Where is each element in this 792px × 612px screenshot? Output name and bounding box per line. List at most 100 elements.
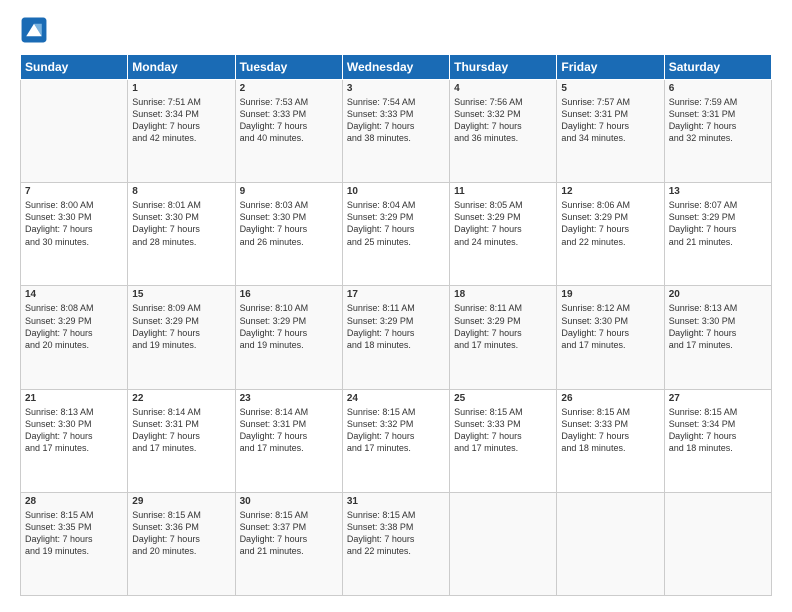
cell-date: 25 bbox=[454, 393, 552, 404]
calendar-body: 1 Sunrise: 7:51 AM Sunset: 3:34 PM Daylig… bbox=[21, 80, 772, 596]
cell-info: Sunrise: 7:57 AM Sunset: 3:31 PM Dayligh… bbox=[561, 96, 659, 145]
calendar-cell: 4 Sunrise: 7:56 AM Sunset: 3:32 PM Daylig… bbox=[450, 80, 557, 183]
cell-date: 5 bbox=[561, 83, 659, 94]
calendar-cell: 26Sunrise: 8:15 AM Sunset: 3:33 PM Dayli… bbox=[557, 389, 664, 492]
logo-icon bbox=[20, 16, 48, 44]
cell-date: 9 bbox=[240, 186, 338, 197]
calendar-cell: 31 Sunrise: 8:15 AM Sunset: 3:38 PM Dayli… bbox=[342, 492, 449, 595]
cell-date: 12 bbox=[561, 186, 659, 197]
calendar-cell: 7 Sunrise: 8:00 AM Sunset: 3:30 PM Daylig… bbox=[21, 183, 128, 286]
cell-date: 14 bbox=[25, 289, 123, 300]
calendar-cell: 22 Sunrise: 8:14 AM Sunset: 3:31 PM Dayli… bbox=[128, 389, 235, 492]
cell-date: 8 bbox=[132, 186, 230, 197]
cell-info: Sunrise: 8:14 AM Sunset: 3:31 PM Dayligh… bbox=[240, 406, 338, 455]
cell-info: Sunrise: 8:12 AM Sunset: 3:30 PM Dayligh… bbox=[561, 302, 659, 351]
calendar-cell bbox=[21, 80, 128, 183]
header-cell-sunday: Sunday bbox=[21, 55, 128, 80]
calendar-cell: 16Sunrise: 8:10 AM Sunset: 3:29 PM Dayli… bbox=[235, 286, 342, 389]
cell-info: Sunrise: 8:15 AM Sunset: 3:35 PM Dayligh… bbox=[25, 509, 123, 558]
cell-info: Sunrise: 7:56 AM Sunset: 3:32 PM Dayligh… bbox=[454, 96, 552, 145]
cell-info: Sunrise: 8:04 AM Sunset: 3:29 PM Dayligh… bbox=[347, 199, 445, 248]
cell-info: Sunrise: 7:59 AM Sunset: 3:31 PM Dayligh… bbox=[669, 96, 767, 145]
cell-info: Sunrise: 8:05 AM Sunset: 3:29 PM Dayligh… bbox=[454, 199, 552, 248]
cell-date: 18 bbox=[454, 289, 552, 300]
week-row-3: 14 Sunrise: 8:08 AM Sunset: 3:29 PM Dayli… bbox=[21, 286, 772, 389]
calendar-cell: 2 Sunrise: 7:53 AM Sunset: 3:33 PM Daylig… bbox=[235, 80, 342, 183]
cell-info: Sunrise: 8:08 AM Sunset: 3:29 PM Dayligh… bbox=[25, 302, 123, 351]
calendar-cell: 24 Sunrise: 8:15 AM Sunset: 3:32 PM Dayli… bbox=[342, 389, 449, 492]
calendar-cell: 23 Sunrise: 8:14 AM Sunset: 3:31 PM Dayli… bbox=[235, 389, 342, 492]
week-row-2: 7 Sunrise: 8:00 AM Sunset: 3:30 PM Daylig… bbox=[21, 183, 772, 286]
cell-date: 7 bbox=[25, 186, 123, 197]
header-row: SundayMondayTuesdayWednesdayThursdayFrid… bbox=[21, 55, 772, 80]
cell-date: 22 bbox=[132, 393, 230, 404]
calendar-cell: 27 Sunrise: 8:15 AM Sunset: 3:34 PM Dayli… bbox=[664, 389, 771, 492]
cell-info: Sunrise: 8:15 AM Sunset: 3:36 PM Dayligh… bbox=[132, 509, 230, 558]
cell-info: Sunrise: 8:13 AM Sunset: 3:30 PM Dayligh… bbox=[25, 406, 123, 455]
calendar-cell bbox=[450, 492, 557, 595]
cell-info: Sunrise: 7:51 AM Sunset: 3:34 PM Dayligh… bbox=[132, 96, 230, 145]
week-row-1: 1 Sunrise: 7:51 AM Sunset: 3:34 PM Daylig… bbox=[21, 80, 772, 183]
cell-date: 23 bbox=[240, 393, 338, 404]
cell-date: 29 bbox=[132, 496, 230, 507]
cell-date: 31 bbox=[347, 496, 445, 507]
cell-info: Sunrise: 8:15 AM Sunset: 3:33 PM Dayligh… bbox=[561, 406, 659, 455]
cell-info: Sunrise: 8:14 AM Sunset: 3:31 PM Dayligh… bbox=[132, 406, 230, 455]
calendar-cell: 28 Sunrise: 8:15 AM Sunset: 3:35 PM Dayli… bbox=[21, 492, 128, 595]
cell-date: 27 bbox=[669, 393, 767, 404]
calendar-table: SundayMondayTuesdayWednesdayThursdayFrid… bbox=[20, 54, 772, 596]
cell-date: 11 bbox=[454, 186, 552, 197]
calendar-cell: 3 Sunrise: 7:54 AM Sunset: 3:33 PM Daylig… bbox=[342, 80, 449, 183]
calendar-cell: 20Sunrise: 8:13 AM Sunset: 3:30 PM Dayli… bbox=[664, 286, 771, 389]
cell-date: 24 bbox=[347, 393, 445, 404]
cell-info: Sunrise: 8:15 AM Sunset: 3:33 PM Dayligh… bbox=[454, 406, 552, 455]
calendar-cell: 18 Sunrise: 8:11 AM Sunset: 3:29 PM Dayli… bbox=[450, 286, 557, 389]
cell-info: Sunrise: 8:00 AM Sunset: 3:30 PM Dayligh… bbox=[25, 199, 123, 248]
cell-date: 4 bbox=[454, 83, 552, 94]
logo bbox=[20, 16, 52, 44]
calendar-cell: 6 Sunrise: 7:59 AM Sunset: 3:31 PM Daylig… bbox=[664, 80, 771, 183]
calendar-cell: 29 Sunrise: 8:15 AM Sunset: 3:36 PM Dayli… bbox=[128, 492, 235, 595]
cell-date: 17 bbox=[347, 289, 445, 300]
cell-info: Sunrise: 8:10 AM Sunset: 3:29 PM Dayligh… bbox=[240, 302, 338, 351]
week-row-5: 28 Sunrise: 8:15 AM Sunset: 3:35 PM Dayli… bbox=[21, 492, 772, 595]
week-row-4: 21 Sunrise: 8:13 AM Sunset: 3:30 PM Dayli… bbox=[21, 389, 772, 492]
cell-info: Sunrise: 8:15 AM Sunset: 3:38 PM Dayligh… bbox=[347, 509, 445, 558]
cell-info: Sunrise: 7:53 AM Sunset: 3:33 PM Dayligh… bbox=[240, 96, 338, 145]
header-cell-monday: Monday bbox=[128, 55, 235, 80]
calendar-cell: 30Sunrise: 8:15 AM Sunset: 3:37 PM Dayli… bbox=[235, 492, 342, 595]
cell-date: 2 bbox=[240, 83, 338, 94]
calendar-cell: 21 Sunrise: 8:13 AM Sunset: 3:30 PM Dayli… bbox=[21, 389, 128, 492]
calendar-header: SundayMondayTuesdayWednesdayThursdayFrid… bbox=[21, 55, 772, 80]
page: SundayMondayTuesdayWednesdayThursdayFrid… bbox=[0, 0, 792, 612]
calendar-cell: 17 Sunrise: 8:11 AM Sunset: 3:29 PM Dayli… bbox=[342, 286, 449, 389]
cell-info: Sunrise: 8:15 AM Sunset: 3:32 PM Dayligh… bbox=[347, 406, 445, 455]
calendar-cell: 25 Sunrise: 8:15 AM Sunset: 3:33 PM Dayli… bbox=[450, 389, 557, 492]
cell-date: 10 bbox=[347, 186, 445, 197]
calendar-cell: 11 Sunrise: 8:05 AM Sunset: 3:29 PM Dayli… bbox=[450, 183, 557, 286]
header-cell-friday: Friday bbox=[557, 55, 664, 80]
cell-info: Sunrise: 8:15 AM Sunset: 3:34 PM Dayligh… bbox=[669, 406, 767, 455]
calendar-cell: 13 Sunrise: 8:07 AM Sunset: 3:29 PM Dayli… bbox=[664, 183, 771, 286]
calendar-cell bbox=[557, 492, 664, 595]
cell-date: 3 bbox=[347, 83, 445, 94]
cell-info: Sunrise: 7:54 AM Sunset: 3:33 PM Dayligh… bbox=[347, 96, 445, 145]
calendar-cell bbox=[664, 492, 771, 595]
cell-date: 6 bbox=[669, 83, 767, 94]
cell-date: 1 bbox=[132, 83, 230, 94]
header-cell-saturday: Saturday bbox=[664, 55, 771, 80]
cell-date: 19 bbox=[561, 289, 659, 300]
cell-info: Sunrise: 8:11 AM Sunset: 3:29 PM Dayligh… bbox=[454, 302, 552, 351]
calendar-cell: 14 Sunrise: 8:08 AM Sunset: 3:29 PM Dayli… bbox=[21, 286, 128, 389]
header-cell-wednesday: Wednesday bbox=[342, 55, 449, 80]
cell-info: Sunrise: 8:07 AM Sunset: 3:29 PM Dayligh… bbox=[669, 199, 767, 248]
calendar-cell: 19 Sunrise: 8:12 AM Sunset: 3:30 PM Dayli… bbox=[557, 286, 664, 389]
cell-info: Sunrise: 8:11 AM Sunset: 3:29 PM Dayligh… bbox=[347, 302, 445, 351]
calendar-cell: 15Sunrise: 8:09 AM Sunset: 3:29 PM Dayli… bbox=[128, 286, 235, 389]
calendar-cell: 1 Sunrise: 7:51 AM Sunset: 3:34 PM Daylig… bbox=[128, 80, 235, 183]
cell-date: 28 bbox=[25, 496, 123, 507]
cell-info: Sunrise: 8:06 AM Sunset: 3:29 PM Dayligh… bbox=[561, 199, 659, 248]
cell-date: 13 bbox=[669, 186, 767, 197]
calendar-cell: 12 Sunrise: 8:06 AM Sunset: 3:29 PM Dayli… bbox=[557, 183, 664, 286]
cell-date: 21 bbox=[25, 393, 123, 404]
